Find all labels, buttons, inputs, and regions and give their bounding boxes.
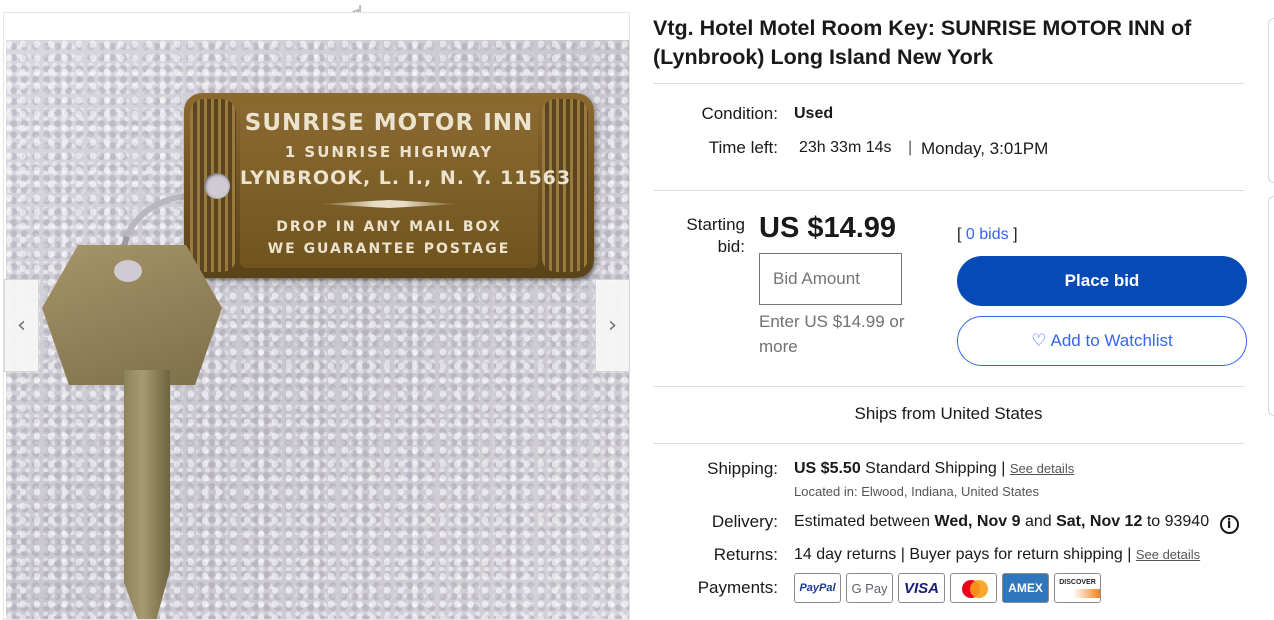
starting-bid-label: Starting bid: (686, 215, 745, 256)
divider (653, 386, 1244, 387)
next-image-button[interactable]: › (595, 279, 630, 372)
end-time: Monday, 3:01PM (921, 139, 1049, 158)
delivery-start: Wed, Nov 9 (934, 513, 1021, 530)
time-left-label: Time left: (708, 138, 778, 157)
returns-text: 14 day returns | Buyer pays for return s… (794, 546, 1132, 563)
tag-line-5: WE GUARANTEE POSTAGE (267, 241, 511, 257)
chevron-left-icon: ‹ (17, 313, 26, 338)
delivery-prefix: Estimated between (794, 513, 931, 530)
key-hole (114, 260, 142, 282)
tag-line-4: DROP IN ANY MAIL BOX (276, 219, 502, 235)
side-panel-edge (1268, 196, 1274, 416)
delivery-and: and (1024, 513, 1052, 530)
heart-icon: ♡ (1031, 331, 1047, 351)
discover-label: DISCOVER (1059, 578, 1096, 586)
divider (653, 190, 1244, 191)
condition-value: Used (794, 105, 834, 122)
mastercard-yellow-circle (970, 580, 988, 598)
discover-icon: DISCOVER (1054, 573, 1101, 603)
place-bid-button[interactable]: Place bid (957, 256, 1247, 306)
shipping-method: Standard Shipping | (865, 460, 1006, 477)
key-tag: SUNRISE MOTOR INN 1 SUNRISE HIGHWAY LYNB… (184, 93, 594, 278)
amex-icon: AMEX (1002, 573, 1049, 603)
shipping-cost: US $5.50 (794, 460, 861, 477)
image-gallery: SUNRISE MOTOR INN 1 SUNRISE HIGHWAY LYNB… (3, 12, 630, 620)
ships-from: Ships from United States (854, 404, 1043, 423)
info-icon[interactable]: i (1219, 515, 1239, 534)
bid-amount-input[interactable] (759, 253, 902, 305)
google-pay-icon: G Pay (846, 573, 893, 603)
bid-count-close: ] (1013, 226, 1018, 243)
shipping-see-details-link[interactable]: See details (1010, 461, 1074, 476)
time-left-value: 23h 33m 14s (799, 139, 892, 156)
previous-image-button[interactable]: ‹ (4, 279, 39, 372)
payment-methods: PayPal G Pay VISA AMEX DISCOVER (794, 573, 1101, 603)
mastercard-icon (950, 573, 997, 603)
tag-hole (204, 173, 230, 199)
delivery-zip: to 93940 (1146, 513, 1210, 530)
condition-label: Condition: (701, 104, 778, 123)
tag-line-1: SUNRISE MOTOR INN (244, 110, 534, 136)
item-location: Located in: Elwood, Indiana, United Stat… (794, 484, 1039, 499)
divider (653, 83, 1244, 84)
visa-icon: VISA (898, 573, 945, 603)
returns-see-details-link[interactable]: See details (1136, 547, 1200, 562)
side-panel-edge (1268, 18, 1274, 183)
time-left-separator: | (908, 139, 913, 156)
bid-count-open: [ (957, 226, 962, 243)
delivery-label: Delivery: (711, 512, 778, 531)
paypal-icon: PayPal (794, 573, 841, 603)
payments-label: Payments: (697, 578, 778, 597)
tag-line-3: LYNBROOK, L. I., N. Y. 11563 (240, 167, 572, 189)
returns-label: Returns: (713, 545, 778, 564)
bid-hint: Enter US $14.99 or more (759, 312, 905, 356)
add-to-watchlist-button[interactable]: ♡ Add to Watchlist (957, 316, 1247, 366)
discover-bar (1055, 588, 1100, 598)
key-blade (124, 370, 170, 619)
item-photo[interactable]: SUNRISE MOTOR INN 1 SUNRISE HIGHWAY LYNB… (6, 40, 629, 619)
delivery-end: Sat, Nov 12 (1056, 513, 1143, 530)
delivery-info: Estimated between Wed, Nov 9 and Sat, No… (794, 513, 1239, 534)
shipping-info: US $5.50 Standard Shipping | See details (794, 460, 1074, 478)
returns-info: 14 day returns | Buyer pays for return s… (794, 546, 1200, 564)
item-title: Vtg. Hotel Motel Room Key: SUNRISE MOTOR… (653, 16, 1192, 69)
bid-count-link[interactable]: 0 bids (966, 226, 1009, 243)
shipping-label: Shipping: (707, 459, 778, 478)
bid-count: [ 0 bids ] (957, 226, 1018, 244)
watchlist-label: Add to Watchlist (1050, 331, 1173, 350)
chevron-right-icon: › (608, 313, 617, 338)
divider (653, 443, 1244, 444)
current-price: US $14.99 (759, 212, 897, 244)
tag-line-2: 1 SUNRISE HIGHWAY (284, 143, 494, 161)
